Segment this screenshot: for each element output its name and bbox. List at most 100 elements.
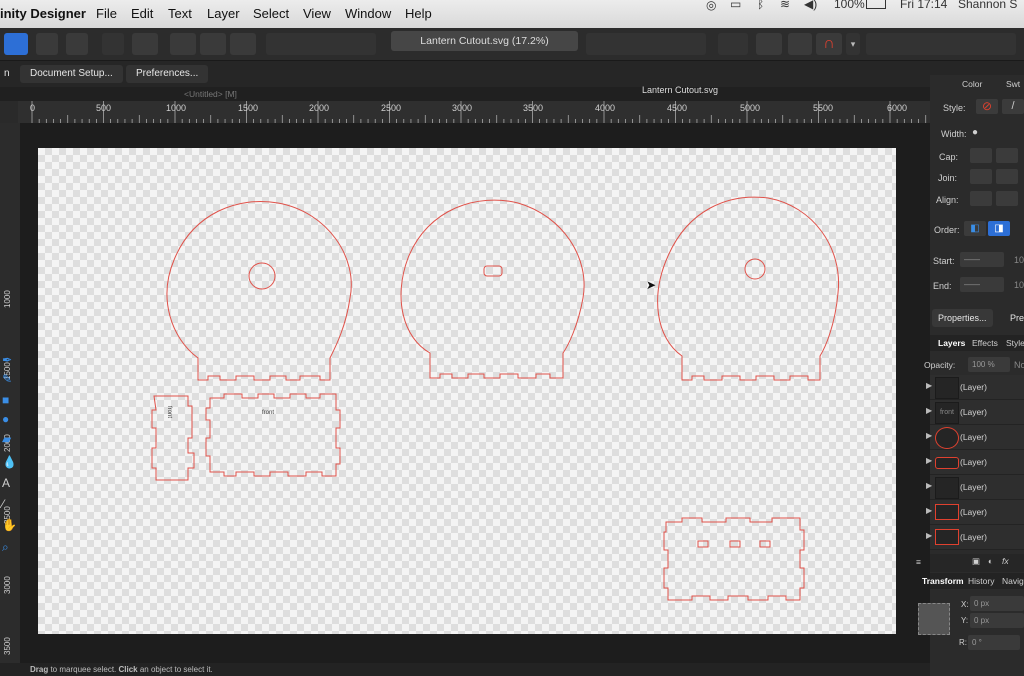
order-behind-icon[interactable]: ◧ — [964, 221, 986, 236]
start-scale[interactable]: 10 — [1014, 255, 1024, 265]
align-icon[interactable] — [718, 33, 748, 55]
document-setup-button[interactable]: Document Setup... — [20, 65, 123, 83]
tab-transform[interactable]: Transform — [922, 576, 964, 586]
bluetooth-icon[interactable]: ᛒ — [757, 0, 764, 11]
layer-row[interactable]: ▶ (Layer) — [926, 425, 1024, 450]
part-label: front — [262, 410, 274, 416]
snap-icon-2[interactable] — [200, 33, 226, 55]
expand-icon[interactable]: ▶ — [926, 431, 932, 440]
expand-icon[interactable]: ▶ — [926, 406, 932, 415]
layers-stack-icon[interactable]: ≡ — [916, 557, 921, 567]
magnet-snapping-icon[interactable]: ∩ — [816, 33, 842, 55]
adjustments-icon[interactable]: ◐ — [988, 556, 993, 566]
arrange-group[interactable] — [266, 33, 376, 55]
fx-icon[interactable]: fx — [1002, 556, 1009, 566]
anchor-grid-icon[interactable] — [918, 603, 950, 635]
width-slider-knob[interactable]: ● — [972, 127, 978, 138]
properties-button[interactable]: Properties... — [932, 309, 993, 327]
export-persona-icon[interactable] — [66, 33, 88, 55]
cap-butt-icon[interactable] — [970, 148, 992, 163]
app-menu[interactable]: inity Designer — [0, 6, 86, 21]
designer-persona-icon[interactable] — [4, 33, 28, 55]
pencil-tool-icon[interactable]: ✎ — [2, 372, 16, 386]
blend-mode-select[interactable]: No — [1014, 360, 1024, 370]
pen-tool-icon[interactable]: ✒ — [2, 353, 16, 367]
volume-icon[interactable]: ◀) — [804, 0, 817, 11]
layer-row[interactable]: ▶ (Layer) — [926, 475, 1024, 500]
layer-row[interactable]: ▶ (Layer) — [926, 375, 1024, 400]
expand-icon[interactable]: ▶ — [926, 456, 932, 465]
transform-group[interactable] — [586, 33, 706, 55]
y-field[interactable]: 0 px — [970, 613, 1024, 628]
menu-window[interactable]: Window — [345, 6, 391, 21]
eyedropper-tool-icon[interactable]: ⁄ — [2, 497, 16, 511]
expand-icon[interactable]: ▶ — [926, 481, 932, 490]
clock[interactable]: Fri 17:14 — [900, 0, 947, 11]
preferences-button[interactable]: Preferences... — [126, 65, 209, 83]
expand-icon[interactable]: ▶ — [926, 381, 932, 390]
snap-icon-3[interactable] — [230, 33, 256, 55]
x-field[interactable]: 0 px — [970, 596, 1024, 611]
share-icon[interactable] — [102, 33, 124, 55]
layer-row[interactable]: ▶ (Layer) — [926, 525, 1024, 550]
cap-round-icon[interactable] — [996, 148, 1018, 163]
end-arrowhead-select[interactable]: —— — [960, 277, 1004, 292]
pixel-persona-icon[interactable] — [36, 33, 58, 55]
tab-color[interactable]: Color — [962, 79, 982, 89]
menu-edit[interactable]: Edit — [131, 6, 153, 21]
boolean-icon[interactable] — [788, 33, 812, 55]
snapping-dropdown-icon[interactable]: ▾ — [846, 33, 860, 55]
hand-tool-icon[interactable]: ✋ — [2, 518, 17, 532]
rectangle-tool-icon[interactable]: ■ — [2, 393, 16, 407]
fill-tool-icon[interactable]: 💧 — [2, 455, 17, 469]
join-miter-icon[interactable] — [970, 169, 992, 184]
end-scale[interactable]: 10 — [1014, 280, 1024, 290]
tab-lantern-cutout[interactable]: Lantern Cutout.svg — [642, 85, 718, 95]
shape-tool-icon[interactable]: ▰ — [2, 432, 16, 446]
menu-layer[interactable]: Layer — [207, 6, 240, 21]
camera-icon[interactable]: ▣ — [972, 556, 980, 567]
battery-icon[interactable] — [866, 0, 886, 9]
menu-file[interactable]: File — [96, 6, 117, 21]
snap-icon-1[interactable] — [170, 33, 196, 55]
y-label: Y: — [961, 616, 969, 625]
opacity-field[interactable]: 100 % — [968, 357, 1010, 372]
join-round-icon[interactable] — [996, 169, 1018, 184]
align-center-icon[interactable] — [970, 191, 992, 206]
solid-stroke-icon[interactable]: / — [1002, 99, 1024, 114]
align-inside-icon[interactable] — [996, 191, 1018, 206]
grid-icon[interactable] — [756, 33, 782, 55]
expand-icon[interactable]: ▶ — [926, 531, 932, 540]
menu-view[interactable]: View — [303, 6, 331, 21]
horizontal-ruler[interactable]: 0 500 1000 1500 2000 2500 3000 3500 4000… — [18, 101, 930, 123]
airplay-icon[interactable]: ▭ — [730, 0, 741, 11]
user-name[interactable]: Shannon S — [958, 0, 1017, 11]
tab-effects[interactable]: Effects — [972, 338, 998, 348]
zoom-tool-icon[interactable]: ⌕ — [2, 540, 16, 554]
tab-untitled[interactable]: <Untitled> [M] — [184, 89, 237, 99]
artboard[interactable]: front front ➤ — [38, 148, 896, 634]
tab-history[interactable]: History — [968, 576, 994, 586]
start-arrowhead-select[interactable]: —— — [960, 252, 1004, 267]
no-stroke-icon[interactable]: ⊘ — [976, 99, 998, 114]
menu-text[interactable]: Text — [168, 6, 192, 21]
layer-row[interactable]: ▶ (Layer) — [926, 450, 1024, 475]
tab-layers[interactable]: Layers — [938, 338, 965, 348]
menu-select[interactable]: Select — [253, 6, 289, 21]
tab-swatches[interactable]: Swt — [1006, 79, 1020, 89]
presets-button[interactable]: Pre — [1010, 309, 1024, 327]
order-front-icon[interactable]: ◨ — [988, 221, 1010, 236]
assistant-icon[interactable] — [132, 33, 158, 55]
layer-row[interactable]: ▶ front (Layer) — [926, 400, 1024, 425]
rotation-field[interactable]: 0 ° — [968, 635, 1020, 650]
expand-icon[interactable]: ▶ — [926, 506, 932, 515]
text-tool-icon[interactable]: A — [2, 476, 16, 490]
ellipse-tool-icon[interactable]: ● — [2, 412, 16, 426]
tab-styles[interactable]: Style — [1006, 338, 1024, 348]
wifi-icon[interactable]: ≋ — [780, 0, 790, 11]
sync-icon[interactable]: ◎ — [706, 0, 716, 12]
geometry-group[interactable] — [866, 33, 1016, 55]
menu-help[interactable]: Help — [405, 6, 432, 21]
layer-row[interactable]: ▶ (Layer) — [926, 500, 1024, 525]
tab-navigator[interactable]: Navig — [1002, 576, 1024, 586]
